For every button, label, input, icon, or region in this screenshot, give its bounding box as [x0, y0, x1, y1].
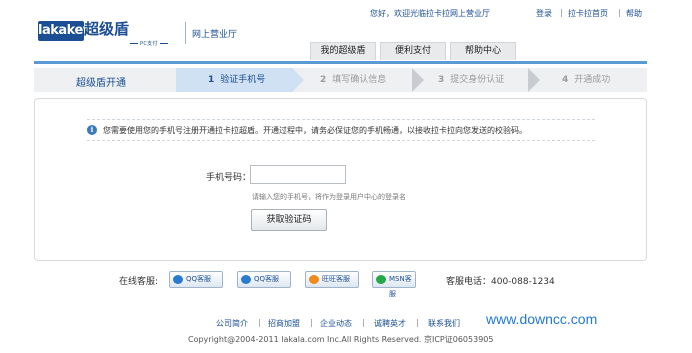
phone-label: 手机号码：: [206, 173, 252, 183]
welcome-text: 您好，欢迎光临拉卡拉网上营业厅: [370, 9, 490, 18]
qq-service-button[interactable]: QQ客服: [237, 271, 291, 288]
step-label: 开通成功: [574, 75, 611, 85]
service-hotline: 客服电话：400-088-1234: [446, 277, 555, 287]
button-label: MSN客服: [389, 275, 412, 298]
get-verification-code-button[interactable]: 获取验证码: [251, 209, 327, 231]
footer-link-news[interactable]: 企业动态: [320, 318, 352, 329]
button-label: QQ客服: [186, 275, 212, 283]
footer-separator: |: [416, 318, 419, 327]
step-2: 2 填写确认信息: [308, 68, 420, 92]
step-4: 4 开通成功: [544, 68, 644, 92]
verify-phone-panel: i 您需要使用您的手机号注册开通拉卡拉超盾。开通过程中，请务必保证您的手机畅通，…: [34, 98, 647, 261]
step-number: 4: [562, 75, 569, 85]
step-label: 提交身份认证: [450, 75, 505, 85]
top-links: 您好，欢迎光临拉卡拉网上营业厅 登录 | 拉卡拉首页 | 帮助: [0, 8, 692, 20]
footer-link-careers[interactable]: 诚聘英才: [374, 318, 406, 329]
footer-separator: |: [258, 318, 261, 327]
login-link[interactable]: 登录: [536, 8, 552, 19]
button-label: QQ客服: [254, 275, 280, 283]
notice-text: 您需要使用您的手机号注册开通拉卡拉超盾。开通过程中，请务必保证您的手机畅通，以接…: [103, 126, 527, 135]
header-divider: [34, 61, 647, 64]
lakala-home-link[interactable]: 拉卡拉首页: [568, 8, 608, 19]
phone-hint: 请输入您的手机号，将作为登录用户中心的登录名: [252, 193, 406, 201]
footer-separator: |: [362, 318, 365, 327]
progress-steps: 超级盾开通 1 验证手机号 2 填写确认信息 3 提交身份认证 4 开通成功: [34, 68, 647, 92]
copyright: Copyright@2004-2011 lakala.com Inc.All R…: [188, 335, 494, 344]
qq-icon: [241, 275, 251, 284]
site-tagline: 网上营业厅: [192, 30, 238, 40]
tab-help-center[interactable]: 帮助中心: [450, 42, 516, 60]
step-label: 验证手机号: [220, 75, 266, 85]
info-icon: i: [87, 125, 97, 135]
step-1: 1 验证手机号: [176, 68, 292, 92]
notice-box: i 您需要使用您的手机号注册开通拉卡拉超盾。开通过程中，请务必保证您的手机畅通，…: [87, 119, 595, 141]
step-arrow: [528, 68, 540, 92]
msn-service-button[interactable]: MSN客服: [372, 271, 416, 298]
help-link[interactable]: 帮助: [626, 8, 642, 19]
header: lakakey 超级盾 PC支付 网上营业厅 您好，欢迎光临拉卡拉网上营业厅 登…: [0, 0, 692, 62]
watermark: www.downcc.com: [486, 311, 598, 327]
lakakey-logo[interactable]: lakakey: [38, 21, 91, 41]
logo-divider: [185, 22, 186, 44]
link-separator: |: [560, 8, 563, 17]
online-service-label: 在线客服:: [119, 277, 159, 287]
step-3: 3 提交身份认证: [428, 68, 538, 92]
tab-convenient-pay[interactable]: 便利支付: [380, 42, 446, 60]
msn-icon: [376, 275, 386, 284]
step-label: 填写确认信息: [332, 75, 387, 85]
phone-input[interactable]: [250, 165, 346, 184]
wangwang-icon: [309, 275, 319, 284]
button-label: 旺旺客服: [322, 275, 350, 283]
logo-subtitle: PC支付: [128, 40, 170, 47]
online-service: 在线客服: QQ客服 QQ客服 旺旺客服 MSN客服 客服电话：400-088-…: [0, 270, 692, 298]
step-number: 1: [208, 75, 215, 85]
footer-link-contact[interactable]: 联系我们: [428, 318, 460, 329]
footer-separator: |: [310, 318, 313, 327]
step-number: 2: [320, 75, 327, 85]
step-arrow: [412, 68, 424, 92]
wangwang-service-button[interactable]: 旺旺客服: [305, 271, 359, 288]
steps-title: 超级盾开通: [76, 78, 126, 89]
tab-my-shield[interactable]: 我的超级盾: [310, 42, 376, 60]
qq-icon: [173, 275, 183, 284]
qq-service-button[interactable]: QQ客服: [169, 271, 223, 288]
link-separator: |: [618, 8, 621, 17]
footer-link-franchise[interactable]: 招商加盟: [268, 318, 300, 329]
step-arrow: [292, 68, 304, 92]
step-number: 3: [438, 75, 445, 85]
footer-link-about[interactable]: 公司简介: [216, 318, 248, 329]
logo-chinese-name: 超级盾: [84, 20, 130, 38]
